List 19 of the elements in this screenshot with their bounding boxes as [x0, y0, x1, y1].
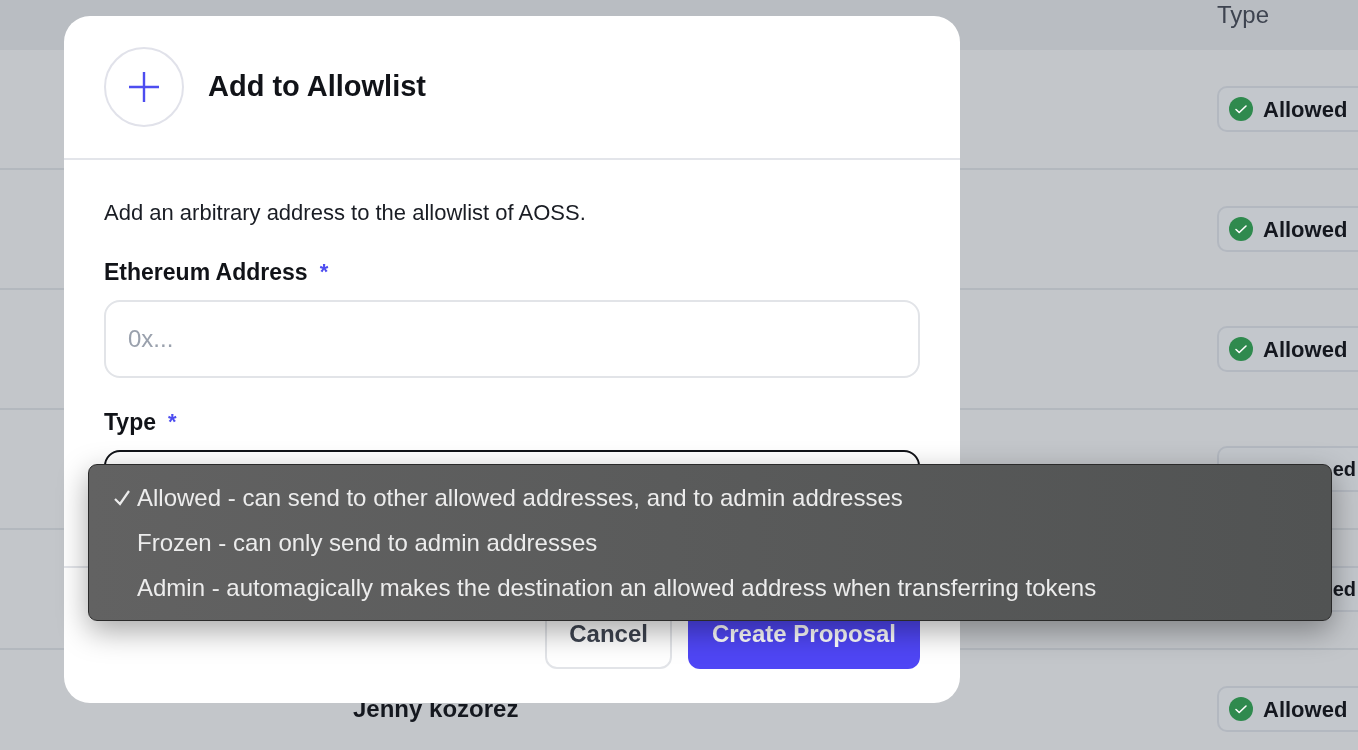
address-input[interactable]: 0x... [104, 300, 920, 378]
column-header: Type [1217, 1, 1270, 29]
dialog-description: Add an arbitrary address to the allowlist of AOSS. [104, 199, 587, 227]
required-asterisk: * [168, 408, 177, 436]
required-asterisk: * [319, 258, 329, 286]
menu-option[interactable]: Frozen - can only send to admin addresses [89, 520, 1331, 565]
plus-icon [104, 47, 184, 127]
check-circle-icon [1229, 217, 1253, 241]
check-circle-icon [1229, 337, 1253, 361]
field-label: Ethereum Address [104, 258, 308, 286]
type-badge: Allowed [1217, 86, 1358, 132]
type-badge: Allowed [1217, 206, 1358, 252]
check-circle-icon [1229, 697, 1253, 721]
check-circle-icon [1229, 97, 1253, 121]
type-badge: Allowed [1217, 686, 1358, 732]
type-badge: Allowed [1217, 326, 1358, 372]
field-label: Type [104, 408, 156, 436]
dialog-title: Add to Allowlist [208, 69, 426, 105]
owner-name: Jenny kozorez [353, 695, 519, 722]
